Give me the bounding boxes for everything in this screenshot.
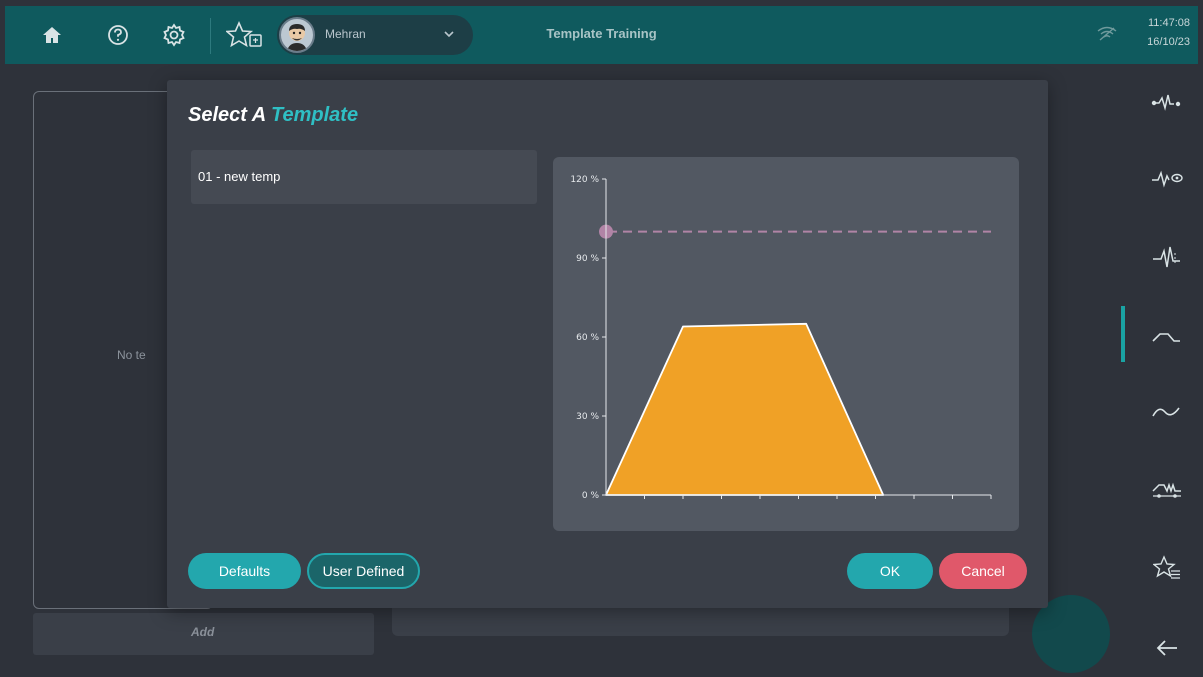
contraction-icon[interactable]	[1145, 82, 1189, 122]
page-title: Template Training	[546, 26, 657, 41]
dialog-title-main: Select A	[188, 104, 271, 126]
back-arrow-icon[interactable]	[1145, 628, 1189, 668]
spike-icon[interactable]	[1145, 238, 1189, 278]
ok-button[interactable]: OK	[847, 553, 933, 589]
add-button[interactable]: Add	[33, 613, 374, 655]
top-bar: Mehran Template Training 11:47:08 16/10/…	[5, 6, 1198, 64]
dialog-title: Select A Template	[188, 104, 358, 127]
chart-svg: 0 % 30 % 60 % 90 % 120 %	[570, 175, 992, 501]
list-item[interactable]: 01 - new temp	[191, 150, 537, 204]
y-tick-label: 120 %	[570, 175, 599, 185]
template-preview-chart: 0 % 30 % 60 % 90 % 120 %	[553, 157, 1019, 531]
user-defined-button[interactable]: User Defined	[307, 553, 420, 589]
defaults-button[interactable]: Defaults	[188, 553, 301, 589]
y-tick-label: 90 %	[576, 254, 599, 264]
y-tick-label: 60 %	[576, 333, 599, 343]
rail-active-indicator	[1121, 306, 1125, 362]
train-icon[interactable]	[1145, 470, 1189, 510]
clock-date: 16/10/23	[1147, 36, 1190, 48]
favorites-list-icon[interactable]	[1145, 548, 1189, 588]
template-curve-icon[interactable]	[1145, 316, 1189, 356]
template-list: 01 - new temp	[191, 150, 537, 204]
waveform-eye-icon[interactable]	[1145, 158, 1189, 198]
sine-curve-icon[interactable]	[1145, 392, 1189, 432]
clock-time: 11:47:08	[1147, 17, 1190, 29]
y-tick-label: 0 %	[582, 491, 600, 501]
select-template-dialog: Select A Template 01 - new temp 0 % 30 % 6…	[167, 80, 1048, 608]
app-window: Mehran Template Training 11:47:08 16/10/…	[0, 0, 1203, 677]
clock: 11:47:08 16/10/23	[1147, 14, 1190, 52]
wifi-off-icon	[1097, 26, 1117, 47]
cancel-button[interactable]: Cancel	[939, 553, 1027, 589]
y-tick-label: 30 %	[576, 412, 599, 422]
template-area	[605, 322, 885, 496]
dialog-title-accent: Template	[271, 104, 359, 126]
empty-list-text: No te	[117, 348, 146, 362]
